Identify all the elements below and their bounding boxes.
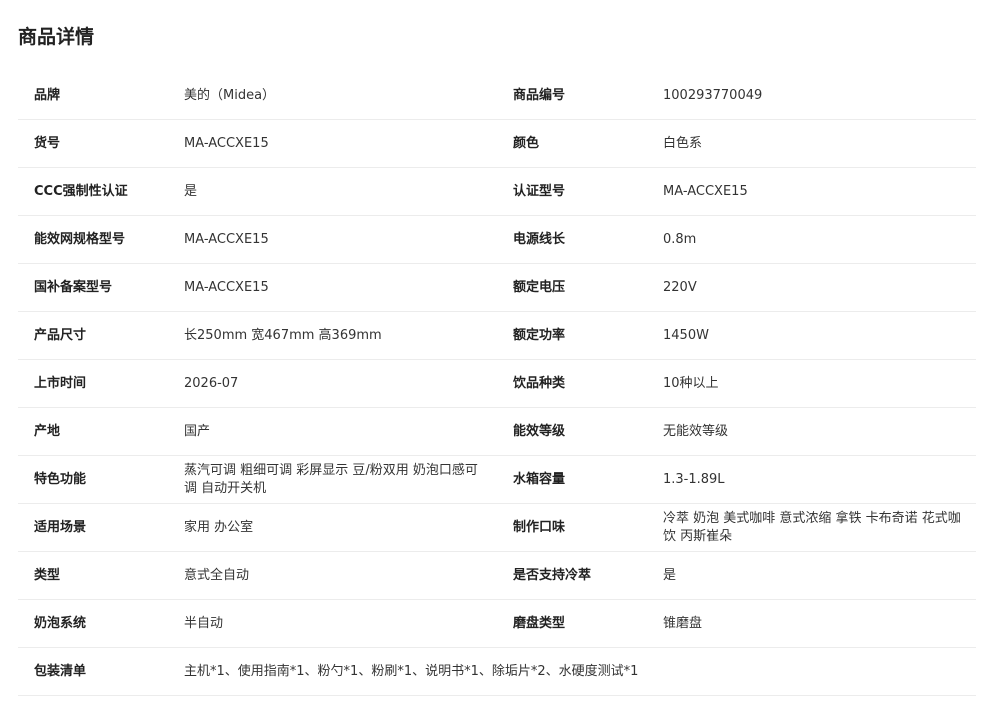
- spec-value: 10种以上: [663, 375, 719, 391]
- spec-label: 饮品种类: [513, 375, 566, 391]
- spec-value: 锥磨盘: [663, 615, 703, 631]
- spec-value: 国产: [184, 423, 211, 439]
- spec-row: CCC强制性认证 是 认证型号 MA-ACCXE15: [18, 168, 976, 216]
- spec-label: 商品编号: [513, 87, 566, 103]
- spec-row: 国补备案型号 MA-ACCXE15 额定电压 220V: [18, 264, 976, 312]
- spec-value: 美的（Midea）: [184, 87, 276, 103]
- spec-value: 蒸汽可调 粗细可调 彩屏显示 豆/粉双用 奶泡口感可调 自动开关机: [184, 462, 478, 496]
- spec-row: 能效网规格型号 MA-ACCXE15 电源线长 0.8m: [18, 216, 976, 264]
- spec-label: 适用场景: [34, 519, 87, 535]
- spec-value: 100293770049: [663, 87, 763, 103]
- spec-value: 半自动: [184, 615, 224, 631]
- spec-label: CCC强制性认证: [34, 183, 128, 199]
- spec-row: 货号 MA-ACCXE15 颜色 白色系: [18, 120, 976, 168]
- spec-value: 无能效等级: [663, 423, 729, 439]
- spec-label: 额定功率: [513, 327, 566, 343]
- spec-value: 是: [663, 567, 677, 583]
- spec-row: 奶泡系统 半自动 磨盘类型 锥磨盘: [18, 600, 976, 648]
- spec-label: 颜色: [513, 135, 540, 151]
- package-list-label: 包装清单: [34, 663, 87, 679]
- spec-label: 产品尺寸: [34, 327, 87, 343]
- spec-label: 磨盘类型: [513, 615, 566, 631]
- spec-label: 产地: [34, 423, 61, 439]
- spec-label: 能效网规格型号: [34, 231, 126, 247]
- spec-table: 品牌 美的（Midea） 商品编号 100293770049 货号 MA-ACC…: [18, 72, 976, 696]
- spec-label: 是否支持冷萃: [513, 567, 592, 583]
- spec-value: 1.3-1.89L: [663, 471, 725, 487]
- spec-value: 冷萃 奶泡 美式咖啡 意式浓缩 拿铁 卡布奇诺 花式咖饮 丙斯崔朵: [663, 510, 961, 544]
- spec-value: MA-ACCXE15: [184, 231, 269, 247]
- spec-label: 制作口味: [513, 519, 566, 535]
- spec-label: 货号: [34, 135, 61, 151]
- spec-value: 2026-07: [184, 375, 239, 391]
- spec-label: 电源线长: [513, 231, 566, 247]
- package-list-row: 包装清单 主机*1、使用指南*1、粉勺*1、粉刷*1、说明书*1、除垢片*2、水…: [18, 648, 976, 696]
- spec-label: 上市时间: [34, 375, 87, 391]
- spec-row: 类型 意式全自动 是否支持冷萃 是: [18, 552, 976, 600]
- spec-row: 适用场景 家用 办公室 制作口味 冷萃 奶泡 美式咖啡 意式浓缩 拿铁 卡布奇诺…: [18, 504, 976, 552]
- spec-value: MA-ACCXE15: [663, 183, 748, 199]
- spec-value: 家用 办公室: [184, 519, 254, 535]
- product-detail-page: 商品详情 品牌 美的（Midea） 商品编号 100293770049 货号 M…: [0, 0, 987, 711]
- spec-label: 水箱容量: [513, 471, 566, 487]
- spec-value: MA-ACCXE15: [184, 135, 269, 151]
- spec-value: 0.8m: [663, 231, 697, 247]
- spec-value: MA-ACCXE15: [184, 279, 269, 295]
- spec-label: 奶泡系统: [34, 615, 87, 631]
- spec-row: 特色功能 蒸汽可调 粗细可调 彩屏显示 豆/粉双用 奶泡口感可调 自动开关机 水…: [18, 456, 976, 504]
- spec-row: 上市时间 2026-07 饮品种类 10种以上: [18, 360, 976, 408]
- spec-label: 品牌: [34, 87, 61, 103]
- spec-value: 长250mm 宽467mm 高369mm: [184, 327, 382, 343]
- spec-label: 国补备案型号: [34, 279, 113, 295]
- spec-label: 能效等级: [513, 423, 566, 439]
- package-list-value: 主机*1、使用指南*1、粉勺*1、粉刷*1、说明书*1、除垢片*2、水硬度测试*…: [184, 663, 639, 679]
- spec-value: 是: [184, 183, 198, 199]
- spec-label: 类型: [34, 567, 61, 583]
- spec-value: 1450W: [663, 327, 709, 343]
- spec-value: 意式全自动: [184, 567, 250, 583]
- spec-label: 认证型号: [513, 183, 566, 199]
- spec-label: 特色功能: [34, 471, 87, 487]
- spec-row: 品牌 美的（Midea） 商品编号 100293770049: [18, 72, 976, 120]
- spec-row: 产品尺寸 长250mm 宽467mm 高369mm 额定功率 1450W: [18, 312, 976, 360]
- spec-label: 额定电压: [513, 279, 566, 295]
- spec-value: 220V: [663, 279, 697, 295]
- section-title: 商品详情: [18, 26, 95, 48]
- spec-row: 产地 国产 能效等级 无能效等级: [18, 408, 976, 456]
- spec-value: 白色系: [663, 135, 703, 151]
